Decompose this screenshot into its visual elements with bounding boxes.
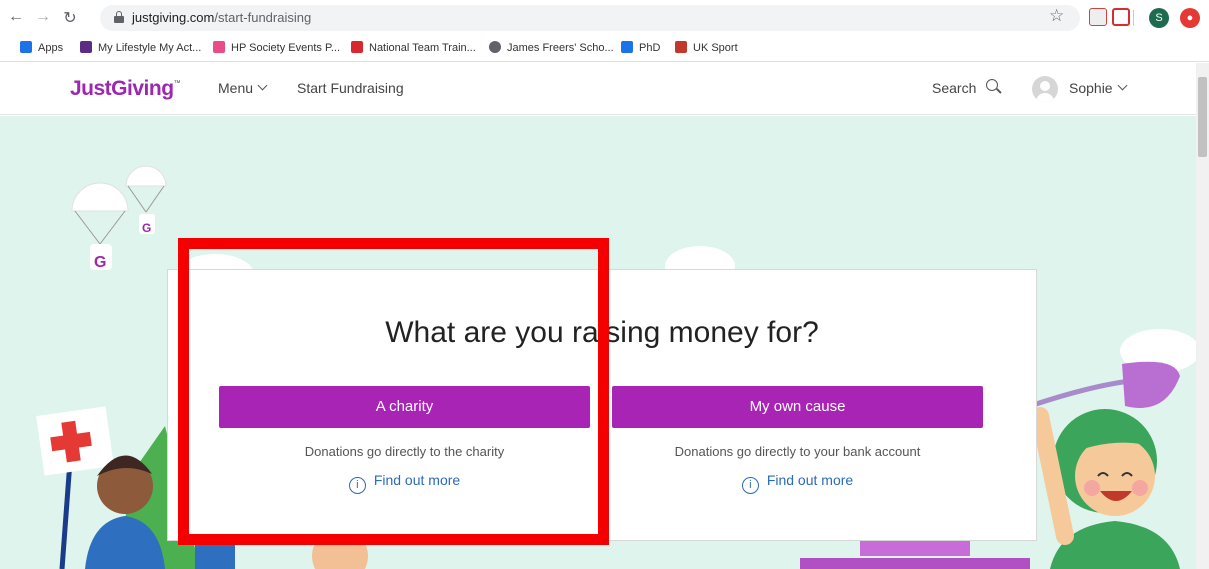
pocket-extension-icon[interactable] — [1112, 8, 1130, 26]
bookmark-lifestyle[interactable]: My Lifestyle My Act... — [80, 41, 201, 54]
user-menu[interactable]: Sophie — [1069, 80, 1128, 96]
own-cause-button[interactable]: My own cause — [612, 386, 983, 428]
search-icon[interactable] — [986, 79, 1002, 95]
bookmarks-bar: Apps My Lifestyle My Act... HP Society E… — [0, 36, 1209, 62]
pdf-extension-icon[interactable] — [1089, 8, 1107, 26]
start-fundraising-link[interactable]: Start Fundraising — [297, 80, 404, 96]
site-icon — [213, 41, 225, 53]
own-cause-description: Donations go directly to your bank accou… — [674, 444, 921, 459]
scroll-thumb[interactable] — [1198, 77, 1207, 157]
site-icon — [675, 41, 687, 53]
bookmark-national-team[interactable]: National Team Train... — [351, 41, 476, 54]
reload-icon[interactable]: ↻ — [60, 8, 80, 28]
chevron-down-icon — [1117, 80, 1128, 91]
parachute-icon: G G — [71, 165, 167, 271]
site-header: JustGiving™ Menu Start Fundraising Searc… — [0, 63, 1196, 115]
forward-icon[interactable]: → — [33, 8, 53, 26]
svg-text:G: G — [94, 254, 106, 271]
profile-avatar[interactable]: S — [1149, 8, 1169, 28]
site-icon — [621, 41, 633, 53]
search-link[interactable]: Search — [932, 80, 976, 96]
user-avatar[interactable] — [1032, 76, 1058, 102]
scrollbar[interactable] — [1196, 63, 1209, 569]
person-with-shovel-illustration — [1029, 361, 1180, 569]
opera-extension-icon[interactable]: ● — [1180, 8, 1200, 28]
justgiving-logo[interactable]: JustGiving™ — [70, 77, 180, 101]
own-cause-find-out-more-link[interactable]: i Find out more — [612, 472, 983, 494]
highlight-box — [178, 238, 609, 545]
browser-toolbar: ← → ↻ justgiving.com/start-fundraising ☆… — [0, 0, 1209, 36]
chevron-down-icon — [257, 80, 268, 91]
bookmark-star-icon[interactable]: ☆ — [1049, 6, 1064, 26]
bookmark-phd[interactable]: PhD — [621, 41, 660, 54]
site-icon — [80, 41, 92, 53]
lock-icon — [114, 11, 124, 23]
bookmark-uk-sport[interactable]: UK Sport — [675, 41, 738, 54]
site-icon — [351, 41, 363, 53]
globe-icon — [489, 41, 501, 53]
menu-dropdown[interactable]: Menu — [218, 80, 268, 96]
apps-grid-icon — [20, 41, 32, 53]
bookmark-hp-society[interactable]: HP Society Events P... — [213, 41, 340, 54]
back-icon[interactable]: ← — [6, 8, 26, 26]
info-icon: i — [741, 477, 759, 494]
bookmark-james-freers[interactable]: James Freers' Scho... — [489, 41, 614, 54]
bookmark-apps[interactable]: Apps — [20, 41, 63, 54]
url-path: /start-fundraising — [214, 10, 312, 25]
address-bar[interactable]: justgiving.com/start-fundraising — [100, 5, 1080, 31]
url-host: justgiving.com — [132, 10, 215, 25]
svg-text:G: G — [142, 221, 151, 235]
